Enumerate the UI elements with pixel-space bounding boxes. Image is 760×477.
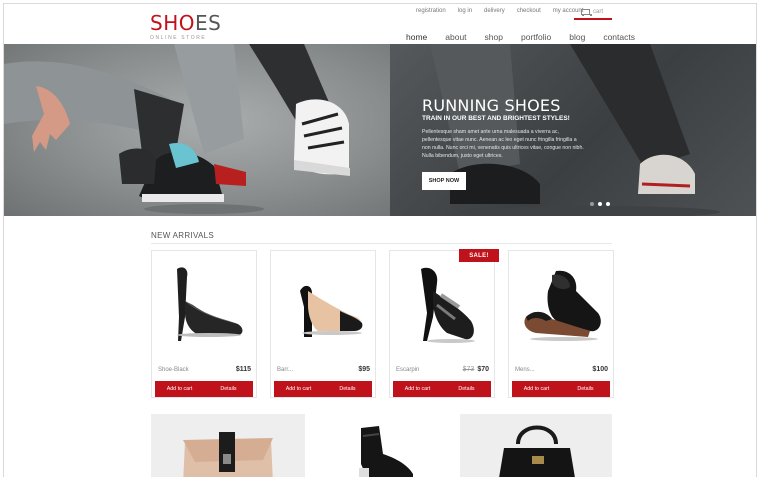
nude-heel-image bbox=[300, 285, 363, 337]
hero-subtitle: TRAIN IN OUR BEST AND BRIGHTEST STYLES! bbox=[422, 115, 570, 122]
logo-tagline: ONLINE STORE bbox=[150, 35, 207, 41]
product-name[interactable]: Barr... bbox=[277, 367, 293, 373]
slider-dot-active[interactable] bbox=[598, 202, 602, 206]
category-tile[interactable] bbox=[151, 414, 305, 477]
section-divider bbox=[151, 243, 612, 244]
slider-dot[interactable] bbox=[606, 202, 610, 206]
cart-icon bbox=[580, 8, 592, 16]
product-actions: Add to cart Details bbox=[393, 381, 491, 397]
product-image[interactable] bbox=[390, 251, 494, 361]
product-card[interactable]: Barr... $95 Add to cart Details bbox=[270, 250, 376, 398]
ankle-boot-image bbox=[359, 426, 413, 477]
product-price: $73 $70 bbox=[463, 366, 489, 373]
hero-photo bbox=[4, 44, 390, 216]
shop-now-button[interactable]: SHOP NOW bbox=[422, 172, 466, 190]
mens-oxford-image bbox=[524, 270, 601, 341]
price-value: $70 bbox=[477, 366, 489, 373]
hero-description: Pellentesque sham amet ante urna malesua… bbox=[422, 129, 584, 159]
product-price: $95 bbox=[358, 366, 370, 373]
cart-button[interactable]: cart bbox=[574, 6, 612, 20]
product-image[interactable] bbox=[509, 251, 613, 361]
page-frame: SHOES ONLINE STORE registration log in d… bbox=[3, 3, 757, 477]
add-to-cart-button[interactable]: Add to cart bbox=[512, 381, 561, 397]
product-image[interactable] bbox=[271, 251, 375, 361]
product-price: $100 bbox=[592, 366, 608, 373]
category-tile[interactable] bbox=[460, 414, 612, 477]
add-to-cart-button[interactable]: Add to cart bbox=[393, 381, 442, 397]
product-actions: Add to cart Details bbox=[155, 381, 253, 397]
handbag-image bbox=[499, 425, 575, 477]
hero-title: RUNNING SHOES bbox=[422, 96, 561, 115]
details-button[interactable]: Details bbox=[442, 381, 491, 397]
slider-dots bbox=[590, 202, 610, 206]
logo-accent: SHO bbox=[150, 11, 195, 35]
price-value: $95 bbox=[358, 366, 370, 373]
sale-badge: SALE! bbox=[459, 249, 499, 262]
details-button[interactable]: Details bbox=[561, 381, 610, 397]
add-to-cart-button[interactable]: Add to cart bbox=[274, 381, 323, 397]
link-checkout[interactable]: checkout bbox=[517, 8, 541, 14]
section-title: NEW ARRIVALS bbox=[151, 231, 215, 240]
old-price: $73 bbox=[462, 366, 475, 373]
logo-rest: ES bbox=[194, 11, 222, 35]
product-card[interactable]: Mens... $100 Add to cart Details bbox=[508, 250, 614, 398]
hero-slider[interactable]: RUNNING SHOES TRAIN IN OUR BEST AND BRIG… bbox=[4, 44, 756, 216]
category-tile[interactable] bbox=[309, 414, 459, 477]
slider-dot[interactable] bbox=[590, 202, 594, 206]
black-pump-image bbox=[177, 267, 243, 341]
price-value: $115 bbox=[235, 366, 251, 373]
top-links: registration log in delivery checkout my… bbox=[416, 8, 595, 14]
patent-mary-jane-image bbox=[421, 267, 475, 343]
product-name[interactable]: Escarpin bbox=[396, 367, 419, 373]
product-actions: Add to cart Details bbox=[512, 381, 610, 397]
cart-label: cart bbox=[593, 9, 604, 15]
link-delivery[interactable]: delivery bbox=[484, 8, 505, 14]
price-value: $100 bbox=[592, 366, 608, 373]
product-actions: Add to cart Details bbox=[274, 381, 372, 397]
details-button[interactable]: Details bbox=[323, 381, 372, 397]
product-name[interactable]: Mens... bbox=[515, 367, 535, 373]
link-registration[interactable]: registration bbox=[416, 8, 446, 14]
link-login[interactable]: log in bbox=[458, 8, 472, 14]
product-image[interactable] bbox=[152, 251, 256, 361]
product-name[interactable]: Shoe-Black bbox=[158, 367, 189, 373]
clutch-bag-image bbox=[183, 432, 273, 477]
add-to-cart-button[interactable]: Add to cart bbox=[155, 381, 204, 397]
product-card[interactable]: Shoe-Black $115 Add to cart Details bbox=[151, 250, 257, 398]
product-price: $115 bbox=[236, 366, 251, 373]
details-button[interactable]: Details bbox=[204, 381, 253, 397]
site-logo[interactable]: SHOES ONLINE STORE bbox=[150, 12, 221, 41]
dancer-illustration bbox=[4, 44, 350, 214]
product-card[interactable]: Escarpin $73 $70 Add to cart Details bbox=[389, 250, 495, 398]
